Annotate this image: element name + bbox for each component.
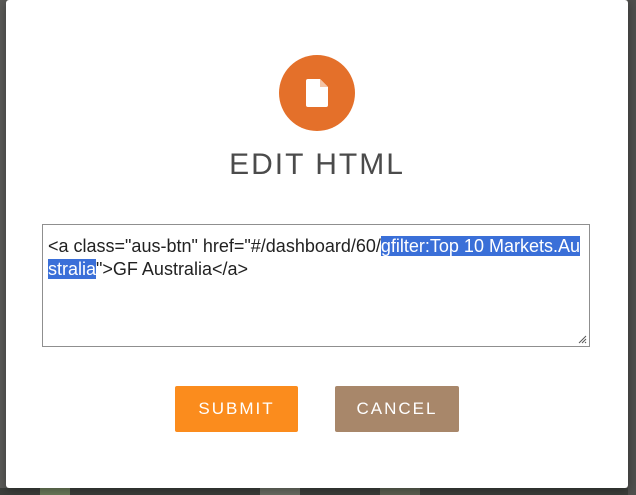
- cancel-button[interactable]: CANCEL: [335, 386, 459, 432]
- backdrop-edge: [628, 0, 636, 495]
- html-editor-textarea[interactable]: <a class="aus-btn" href="#/dashboard/60/…: [42, 224, 590, 347]
- backdrop-spot: [380, 488, 420, 495]
- document-icon: [279, 55, 355, 131]
- submit-button[interactable]: SUBMIT: [175, 386, 298, 432]
- backdrop-spot: [40, 488, 70, 495]
- edit-html-modal: EDIT HTML <a class="aus-btn" href="#/das…: [6, 0, 628, 488]
- backdrop-strip: [0, 488, 636, 495]
- backdrop-spot: [260, 488, 300, 495]
- document-icon-glyph: [306, 79, 328, 107]
- modal-title: EDIT HTML: [229, 148, 405, 181]
- editor-text-after: ">GF Australia</a>: [96, 259, 248, 279]
- resize-handle-icon[interactable]: [577, 334, 587, 344]
- editor-text-before: <a class="aus-btn" href="#/dashboard/60/: [48, 236, 381, 256]
